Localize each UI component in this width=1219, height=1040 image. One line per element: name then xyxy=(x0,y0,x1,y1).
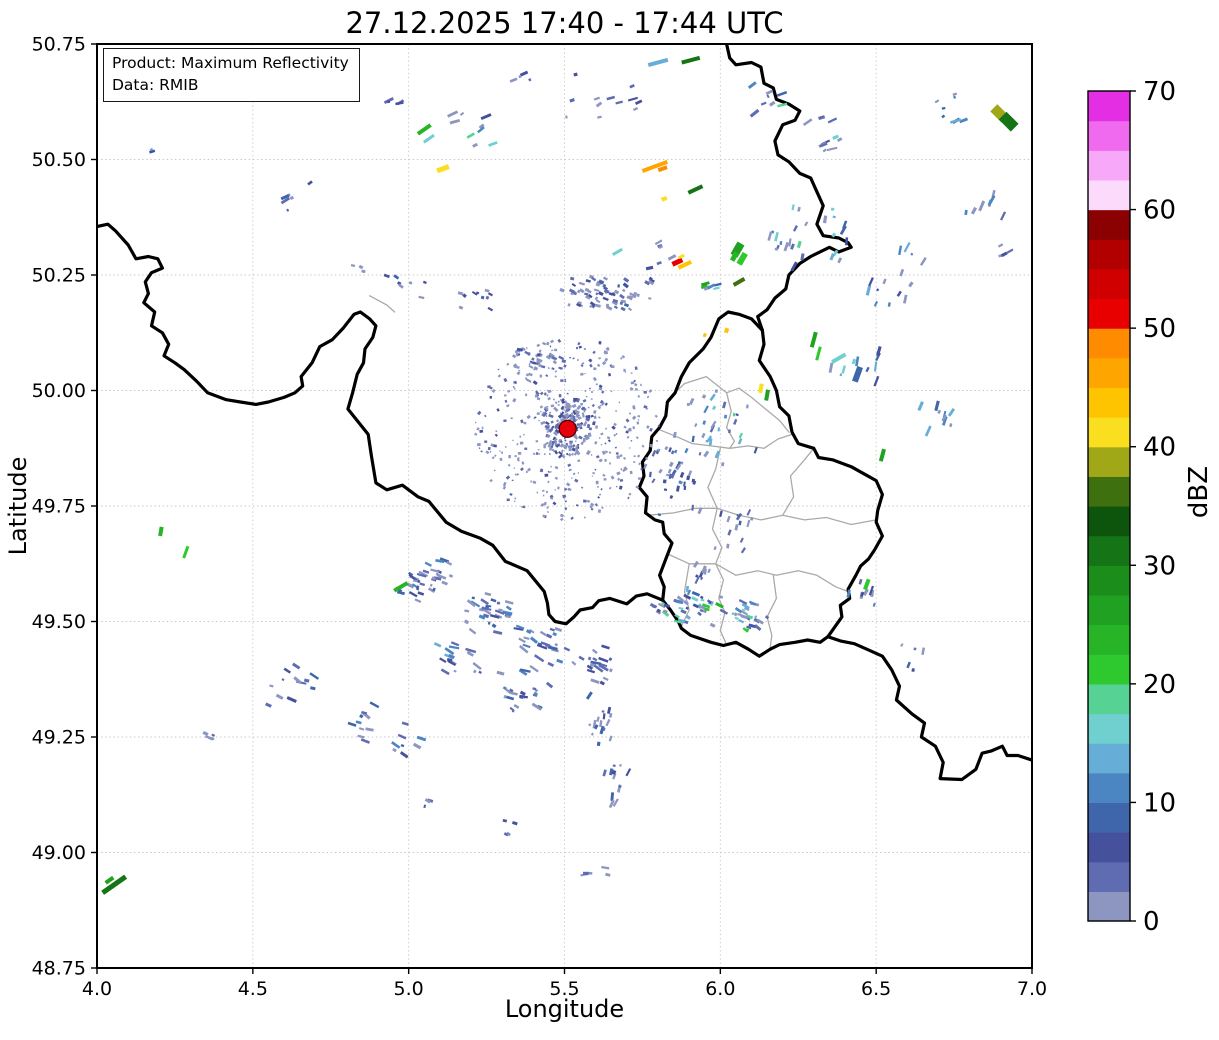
axis-ticks: 4.0 4.5 5.0 5.5 6.0 6.5 7.048.7549.0049.2549.5… xyxy=(32,34,1048,1001)
product-label: Product: Maximum Reflectivity xyxy=(112,54,349,72)
radar-figure: 27.12.2025 17:40 - 17:44 UTC 4.0 4.5 5.0 5.… xyxy=(0,0,1219,1040)
radar-site-marker xyxy=(558,419,577,438)
tick-label: 50 xyxy=(1143,314,1176,344)
tick-label: 70 xyxy=(1143,77,1176,107)
tick-label: 50.25 xyxy=(32,265,86,287)
y-axis-label: Latitude xyxy=(4,456,32,556)
tick-label: 40 xyxy=(1143,433,1176,463)
data-source-label: Data: RMIB xyxy=(112,76,199,94)
tick-label: 49.25 xyxy=(32,727,86,749)
colorbar-label: dBZ xyxy=(1184,465,1214,519)
gridlines xyxy=(96,43,1033,969)
tick-label: 60 xyxy=(1143,196,1176,226)
x-axis-label: Longitude xyxy=(504,995,625,1023)
echo-layer xyxy=(101,55,1019,895)
tick-label: 50.00 xyxy=(32,380,86,402)
national-borders xyxy=(97,44,1032,782)
tick-label: 49.00 xyxy=(32,842,86,864)
radar-map-canvas: 4.0 4.5 5.0 5.5 6.0 6.5 7.048.7549.0049.2549.5… xyxy=(32,34,1177,1001)
tick-label: 20 xyxy=(1143,670,1176,700)
product-info-box: Product: Maximum Reflectivity Data: RMIB xyxy=(103,48,360,102)
tick-label: 49.75 xyxy=(32,496,86,518)
colorbar: 0 10 20 30 40 50 60 70 xyxy=(1087,77,1176,937)
tick-label: 10 xyxy=(1143,788,1176,818)
tick-label: 48.75 xyxy=(32,958,86,980)
tick-label: 0 xyxy=(1143,907,1160,937)
tick-label: 49.50 xyxy=(32,611,86,633)
tick-label: 50.75 xyxy=(32,34,86,56)
tick-label: 50.50 xyxy=(32,149,86,171)
tick-label: 30 xyxy=(1143,551,1176,581)
regional-borders xyxy=(369,295,877,649)
